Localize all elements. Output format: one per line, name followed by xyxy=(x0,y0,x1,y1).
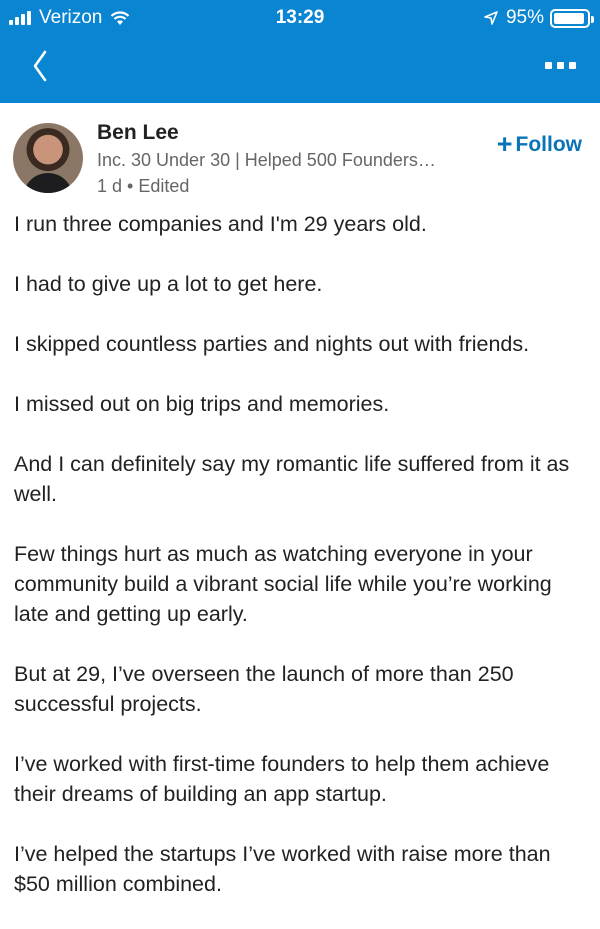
post-paragraph: But at 29, I’ve overseen the launch of m… xyxy=(14,662,514,716)
plus-icon: + xyxy=(496,129,513,159)
post: Ben Lee Inc. 30 Under 30 | Helped 500 Fo… xyxy=(0,103,600,929)
post-paragraph: I’ve helped the startups I’ve worked wit… xyxy=(14,842,551,896)
more-options-button[interactable] xyxy=(540,62,576,69)
chevron-left-icon xyxy=(33,50,47,82)
battery-fill xyxy=(554,12,585,24)
post-body: I run three companies and I'm 29 years o… xyxy=(0,209,600,899)
app-header: Verizon 13:29 95% xyxy=(0,0,600,103)
post-paragraph: I skipped countless parties and nights o… xyxy=(14,332,530,356)
follow-label: Follow xyxy=(515,132,583,156)
post-timestamp: 1 d • Edited xyxy=(97,176,190,196)
post-paragraph: Few things hurt as much as watching ever… xyxy=(14,542,552,626)
post-paragraph: And I can definitely say my romantic lif… xyxy=(14,452,570,506)
battery-percent: 95% xyxy=(505,7,544,28)
post-paragraph: I had to give up a lot to get here. xyxy=(14,272,323,296)
author-name[interactable]: Ben Lee xyxy=(97,121,179,145)
battery-icon xyxy=(550,8,594,28)
follow-button[interactable]: + Follow xyxy=(497,131,582,158)
author-headline: Inc. 30 Under 30 | Helped 500 Founders… xyxy=(97,150,436,170)
post-paragraph: I missed out on big trips and memories. xyxy=(14,392,390,416)
post-paragraph: I run three companies and I'm 29 years o… xyxy=(14,212,427,236)
location-arrow-icon xyxy=(484,11,498,25)
post-paragraph: I’ve worked with first-time founders to … xyxy=(14,752,550,806)
status-bar: Verizon 13:29 95% xyxy=(0,0,600,36)
more-horizontal-icon xyxy=(545,62,552,69)
back-button[interactable] xyxy=(32,50,62,86)
post-author-row: Ben Lee Inc. 30 Under 30 | Helped 500 Fo… xyxy=(0,103,600,209)
avatar[interactable] xyxy=(13,123,83,193)
